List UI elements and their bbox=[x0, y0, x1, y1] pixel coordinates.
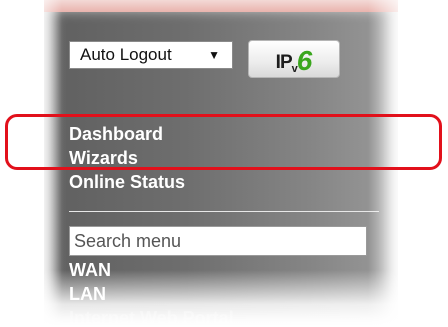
menu-item-lan[interactable]: LAN bbox=[69, 284, 106, 304]
auto-logout-value: Auto Logout bbox=[80, 45, 172, 64]
auto-logout-select[interactable]: Auto Logout ▼ bbox=[69, 41, 233, 69]
menu-item-dashboard[interactable]: Dashboard bbox=[69, 124, 163, 144]
ipv6-button[interactable]: IPv6 bbox=[248, 40, 340, 78]
dropdown-arrow-icon: ▼ bbox=[208, 48, 220, 62]
menu-item-wan[interactable]: WAN bbox=[69, 260, 111, 280]
menu-item-wizards[interactable]: Wizards bbox=[69, 148, 138, 168]
search-menu-input[interactable] bbox=[69, 226, 367, 256]
ipv6-label-six: 6 bbox=[296, 45, 313, 76]
menu-item-cut-off[interactable]: Internet Web Portal bbox=[69, 308, 234, 327]
menu-item-online-status[interactable]: Online Status bbox=[69, 172, 185, 192]
ipv6-label-v: v bbox=[291, 63, 298, 75]
ipv6-label-ip: IP bbox=[275, 52, 293, 73]
menu-divider bbox=[69, 211, 379, 212]
top-header-strip bbox=[44, 0, 398, 12]
screenshot-stage: Auto Logout ▼ IPv6 Dashboard Wizards Onl… bbox=[0, 0, 448, 327]
